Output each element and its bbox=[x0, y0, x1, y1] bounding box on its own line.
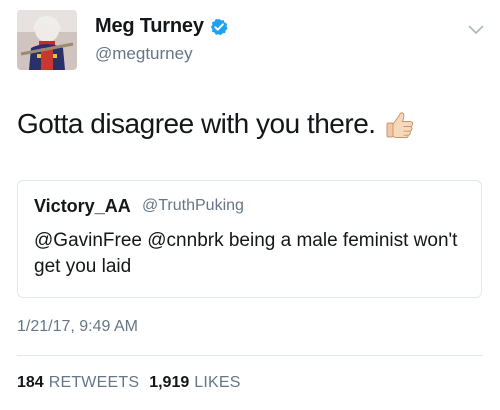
tweet-text: Gotta disagree with you there. bbox=[17, 108, 416, 140]
verified-badge-icon bbox=[210, 18, 228, 36]
quoted-tweet[interactable]: Victory_AA @TruthPuking @GavinFree @cnnb… bbox=[17, 180, 482, 298]
retweets-count: 184 bbox=[17, 374, 44, 391]
avatar[interactable] bbox=[17, 10, 77, 70]
tweet-text-content: Gotta disagree with you there. bbox=[17, 108, 376, 139]
divider bbox=[17, 355, 483, 356]
quoted-tweet-text: @GavinFree @cnnbrk being a male feminist… bbox=[34, 230, 458, 277]
tweet-stats: 184 RETWEETS 1,919 LIKES bbox=[17, 374, 251, 392]
likes-label: LIKES bbox=[194, 374, 241, 391]
thumbs-up-icon bbox=[384, 108, 416, 140]
tweet-card: Meg Turney @megturney Gotta disagree wit… bbox=[0, 0, 500, 410]
author-name-text: Meg Turney bbox=[95, 15, 204, 37]
chevron-down-icon[interactable] bbox=[468, 22, 484, 34]
author-handle[interactable]: @megturney bbox=[95, 44, 193, 64]
tweet-timestamp[interactable]: 1/21/17, 9:49 AM bbox=[17, 318, 138, 336]
quoted-author-handle: @TruthPuking bbox=[142, 197, 244, 214]
likes-stat[interactable]: 1,919 LIKES bbox=[149, 374, 240, 392]
avatar-image bbox=[17, 10, 77, 70]
likes-count: 1,919 bbox=[149, 374, 190, 391]
quoted-author-name: Victory_AA bbox=[34, 196, 131, 216]
retweets-stat[interactable]: 184 RETWEETS bbox=[17, 374, 139, 392]
author-name[interactable]: Meg Turney bbox=[95, 15, 228, 38]
retweets-label: RETWEETS bbox=[48, 374, 140, 391]
